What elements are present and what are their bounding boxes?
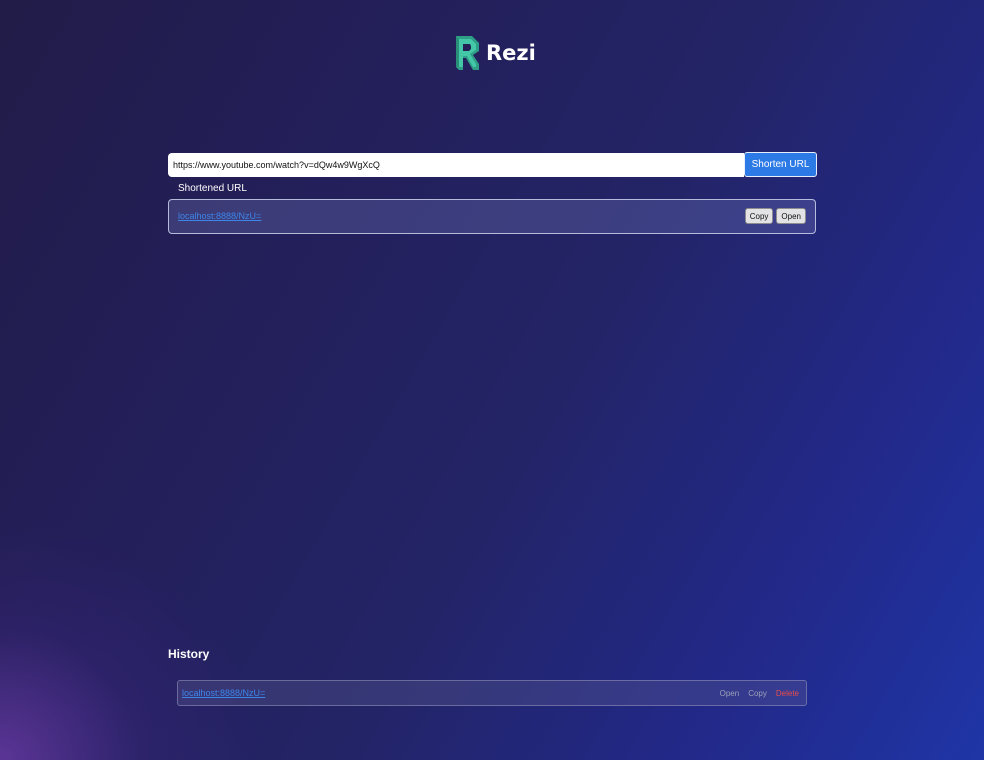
- shortened-url-result: localhost:8888/NzU= Copy Open: [168, 199, 816, 234]
- shortened-url-link[interactable]: localhost:8888/NzU=: [178, 211, 261, 221]
- url-input[interactable]: [168, 152, 744, 177]
- shortened-url-label: Shortened URL: [178, 183, 247, 194]
- app-name: Rezi: [486, 41, 536, 65]
- shorten-form: Shorten URL: [168, 152, 817, 177]
- history-item: localhost:8888/NzU= Open Copy Delete: [177, 680, 807, 706]
- history-item-link[interactable]: localhost:8888/NzU=: [182, 688, 265, 698]
- copy-button[interactable]: Copy: [744, 208, 774, 224]
- shorten-url-button[interactable]: Shorten URL: [744, 152, 817, 177]
- result-actions: Copy Open: [744, 208, 806, 224]
- history-item-actions: Open Copy Delete: [720, 689, 799, 698]
- rezi-logo-icon: [456, 36, 479, 70]
- app-logo: Rezi: [456, 36, 536, 70]
- open-button[interactable]: Open: [776, 208, 806, 224]
- history-delete-button[interactable]: Delete: [776, 689, 799, 698]
- history-title: History: [168, 647, 210, 661]
- history-open-button[interactable]: Open: [720, 689, 740, 698]
- history-copy-button[interactable]: Copy: [748, 689, 767, 698]
